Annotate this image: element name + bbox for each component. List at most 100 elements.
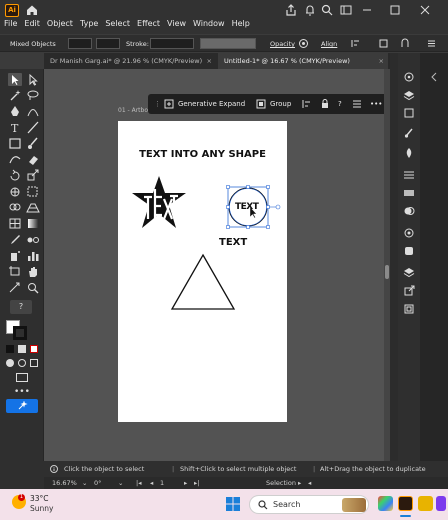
line-tool-icon[interactable] — [26, 121, 40, 134]
rectangle-tool-icon[interactable] — [8, 137, 22, 150]
last-artboard-icon[interactable]: ▸| — [194, 479, 199, 487]
close-icon[interactable] — [418, 3, 432, 17]
menu-effect[interactable]: Effect — [137, 19, 160, 31]
pen-tool-icon[interactable] — [8, 105, 22, 118]
scrollbar-thumb[interactable] — [385, 265, 389, 279]
properties-panel-icon[interactable] — [403, 71, 415, 83]
paintbrush-icon[interactable] — [26, 137, 40, 150]
tool-mode[interactable]: Selection — [266, 479, 296, 487]
gradient-mode-icon[interactable] — [18, 345, 26, 353]
free-transform-icon[interactable] — [26, 185, 40, 198]
slice-tool-icon[interactable] — [8, 281, 22, 294]
tab-untitled-1[interactable]: Untitled-1* @ 16.67 % (CMYK/Preview) × — [218, 53, 388, 69]
menu-edit[interactable]: Edit — [24, 19, 40, 31]
export-icon[interactable] — [403, 285, 415, 297]
color-mode-icon[interactable] — [6, 345, 14, 353]
prev-artboard-icon[interactable]: ◂ — [150, 479, 153, 487]
artboard-tool-icon[interactable] — [8, 265, 22, 278]
eyedropper-icon[interactable] — [8, 233, 22, 246]
shaper-tool-icon[interactable] — [8, 153, 22, 166]
artboard-number[interactable]: 1 — [160, 479, 164, 487]
menu-help[interactable]: Help — [232, 19, 250, 31]
draw-normal-icon[interactable] — [6, 359, 14, 367]
transparency-panel-icon[interactable] — [403, 205, 415, 217]
magic-wand-icon[interactable] — [8, 89, 22, 102]
column-graph-icon[interactable] — [26, 249, 40, 262]
menu-file[interactable]: File — [4, 19, 17, 31]
recolor-icon[interactable] — [298, 38, 309, 49]
close-tab-icon[interactable]: × — [207, 53, 212, 69]
file-explorer-icon[interactable] — [418, 496, 433, 511]
bell-icon[interactable] — [303, 3, 317, 17]
mesh-tool-icon[interactable] — [8, 217, 22, 230]
menu-type[interactable]: Type — [80, 19, 98, 31]
group-button[interactable]: Group — [270, 97, 291, 111]
canvas-area[interactable]: 01 - Artbo... ⋮ Generative Expand Group … — [44, 69, 390, 461]
properties-icon[interactable] — [352, 99, 362, 109]
minimize-icon[interactable] — [360, 3, 374, 17]
menu-select[interactable]: Select — [105, 19, 130, 31]
windows-start-icon[interactable] — [226, 497, 240, 511]
mode-arrow-icon[interactable]: ▸ — [298, 479, 301, 487]
artboards-panel-icon[interactable] — [403, 303, 415, 315]
app-icon-partial[interactable] — [436, 496, 446, 511]
weather-condition[interactable]: Sunny — [30, 504, 53, 513]
artboard[interactable]: TEXT INTO ANY SHAPE TEXT TEXT — [118, 121, 287, 422]
close-tab-icon[interactable]: × — [379, 53, 384, 69]
eraser-icon[interactable] — [26, 153, 40, 166]
fill-swatch[interactable] — [68, 38, 92, 49]
shape-builder-tool-icon[interactable] — [8, 201, 22, 214]
appearance-panel-icon[interactable] — [403, 227, 415, 239]
symbol-sprayer-icon[interactable] — [8, 249, 22, 262]
help-icon[interactable]: ? — [338, 97, 342, 111]
align-link[interactable]: Align — [321, 40, 337, 48]
zoom-level[interactable]: 16.67% — [52, 479, 77, 487]
maximize-icon[interactable] — [388, 3, 402, 17]
align-options-icon[interactable] — [350, 38, 361, 49]
triangle-shape[interactable] — [169, 252, 237, 312]
circle-text-label[interactable]: TEXT — [235, 202, 259, 212]
first-artboard-icon[interactable]: |◂ — [136, 479, 141, 487]
libraries-panel-icon[interactable] — [403, 107, 415, 119]
taskbar-search[interactable]: Search — [249, 495, 369, 514]
panel-divider[interactable] — [390, 53, 398, 461]
type-tool-icon[interactable]: T — [8, 121, 22, 134]
screen-mode-icon[interactable] — [16, 373, 28, 382]
stroke-weight-field[interactable] — [150, 38, 194, 49]
share-icon[interactable] — [284, 3, 298, 17]
more-options-icon[interactable]: ••• — [370, 97, 382, 111]
perspective-grid-icon[interactable] — [26, 201, 40, 214]
blend-tool-icon[interactable] — [26, 233, 40, 246]
illustrator-app-icon[interactable] — [398, 496, 413, 511]
hand-tool-icon[interactable] — [26, 265, 40, 278]
stroke-panel-icon[interactable] — [403, 169, 415, 181]
generative-expand-button[interactable]: Generative Expand — [178, 97, 245, 111]
layers-panel-icon[interactable] — [403, 89, 415, 101]
drag-handle-icon[interactable]: ⋮ — [154, 97, 161, 111]
workspace-icon[interactable] — [339, 3, 353, 17]
plain-text-object[interactable]: TEXT — [219, 237, 247, 248]
browser-app-icon[interactable] — [378, 496, 393, 511]
gradient-tool-icon[interactable] — [26, 217, 40, 230]
menu-view[interactable]: View — [167, 19, 186, 31]
rotation-value[interactable]: 0° — [94, 479, 101, 487]
opacity-link[interactable]: Opacity — [270, 40, 295, 48]
panel-arrow-icon[interactable] — [428, 71, 440, 83]
panel-menu-icon[interactable] — [426, 38, 437, 49]
symbols-panel-icon[interactable] — [403, 147, 415, 159]
tab-dr-manish-garg[interactable]: Dr Manish Garg.ai* @ 21.96 % (CMYK/Previ… — [44, 53, 216, 69]
zoom-tool-icon[interactable] — [26, 281, 40, 294]
rotate-tool-icon[interactable] — [8, 169, 22, 182]
generative-tool-icon[interactable] — [6, 399, 38, 413]
lasso-icon[interactable] — [26, 89, 40, 102]
temperature[interactable]: 33°C — [30, 494, 49, 503]
gradient-panel-icon[interactable] — [403, 187, 415, 199]
graphic-styles-icon[interactable] — [403, 245, 415, 257]
next-artboard-icon[interactable]: ▸ — [184, 479, 187, 487]
artboard-heading[interactable]: TEXT INTO ANY SHAPE — [118, 149, 287, 160]
variable-width-profile[interactable] — [200, 38, 256, 49]
none-mode-icon[interactable] — [30, 345, 38, 353]
menu-window[interactable]: Window — [193, 19, 225, 31]
help-question-icon[interactable]: ? — [10, 300, 32, 314]
draw-inside-icon[interactable] — [30, 359, 38, 367]
